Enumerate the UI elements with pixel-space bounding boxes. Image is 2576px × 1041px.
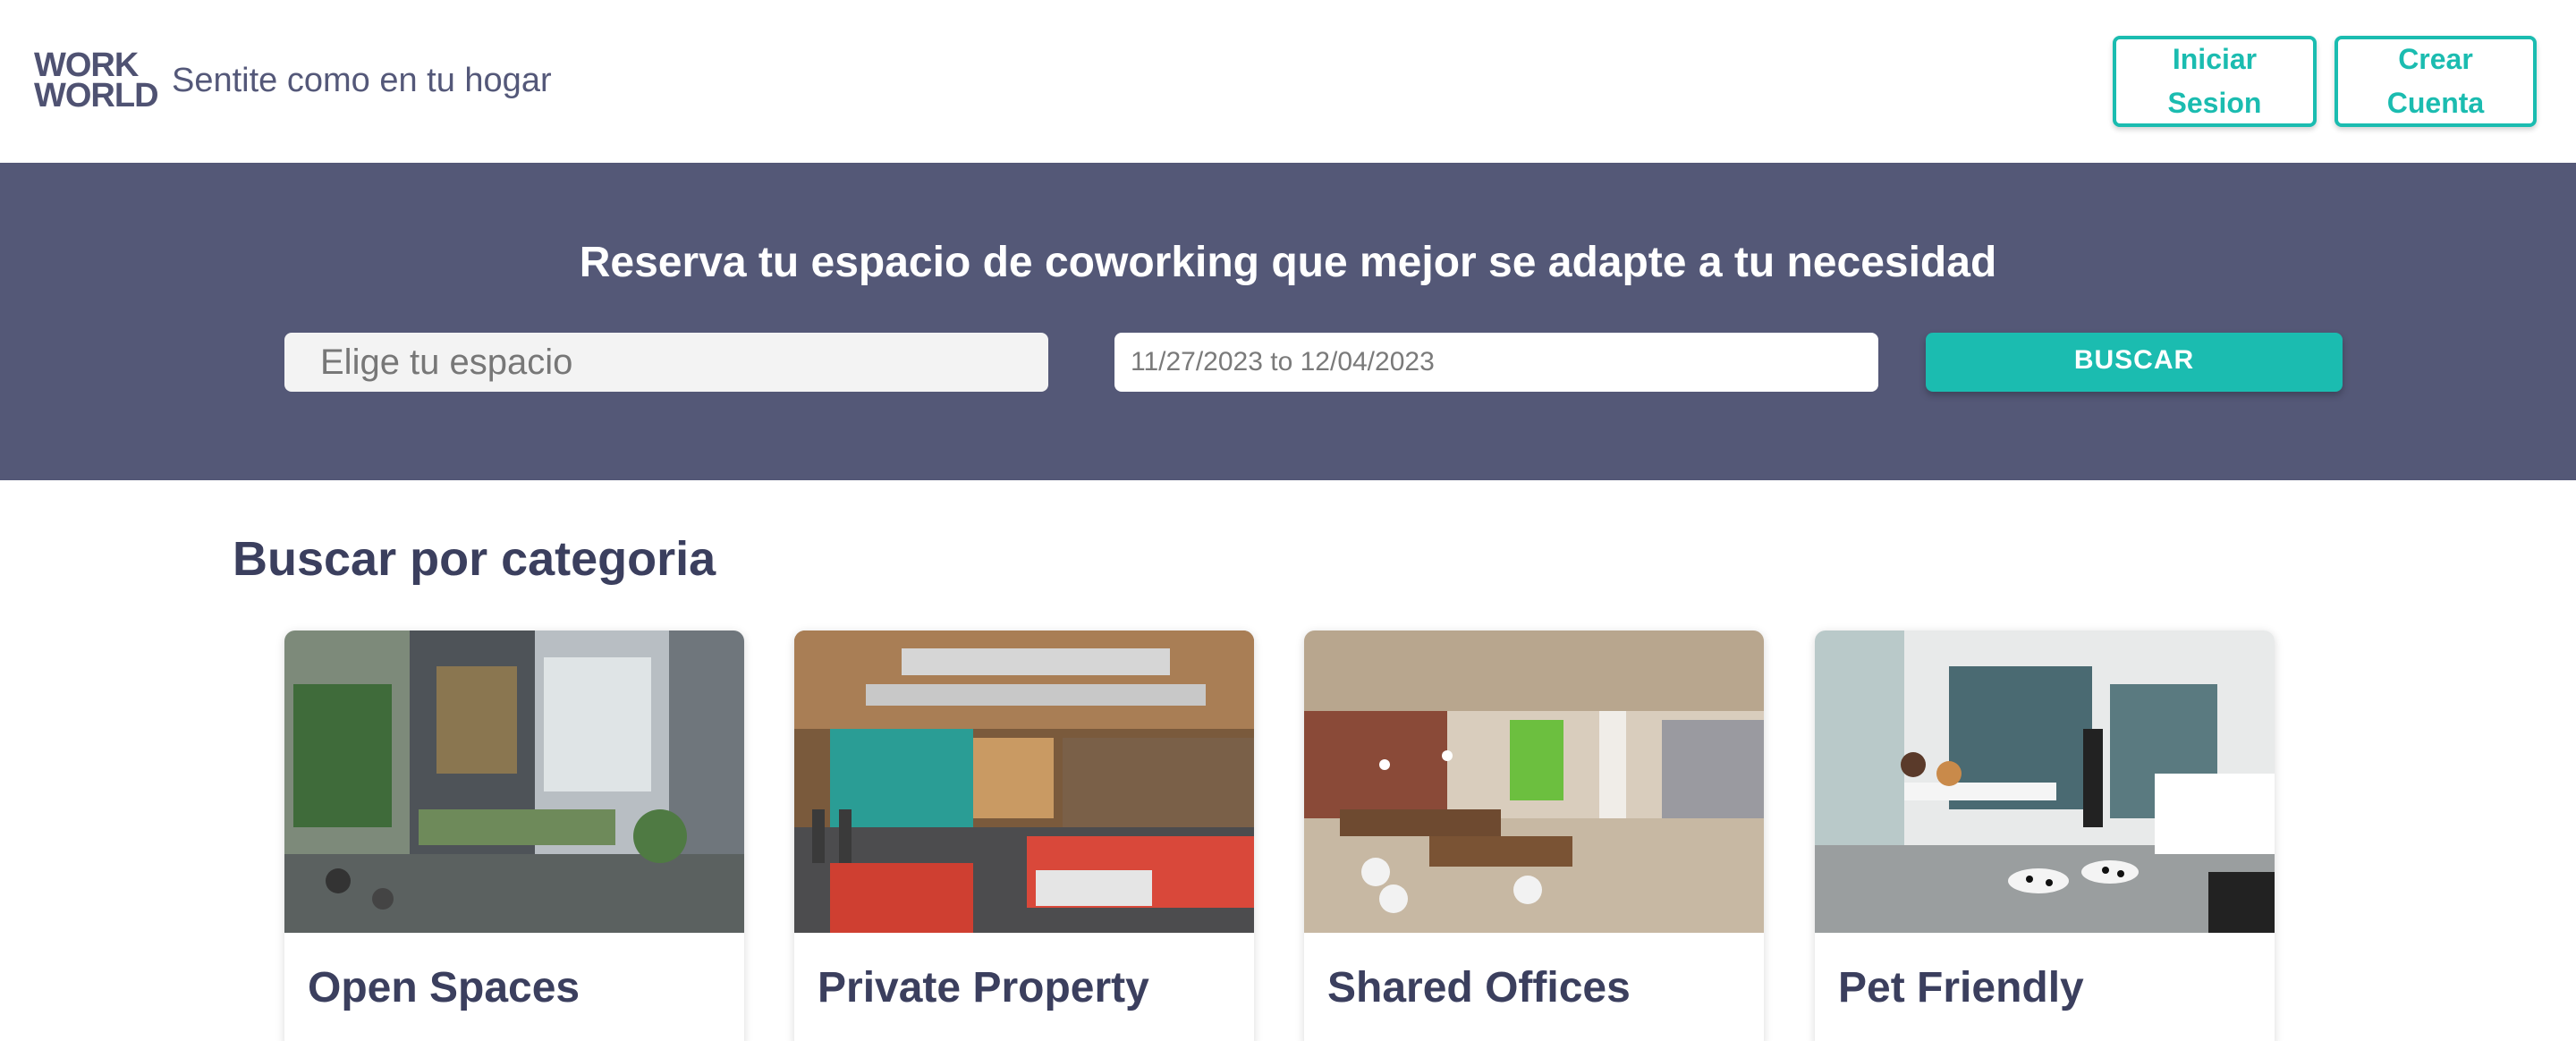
logo-line-2: WORLD	[34, 77, 159, 114]
shared-offices-image	[1304, 631, 1764, 933]
category-card-shared-offices[interactable]: Shared Offices	[1304, 631, 1764, 1041]
category-name: Open Spaces	[308, 964, 580, 1011]
private-property-image	[794, 631, 1254, 933]
category-card-private-property[interactable]: Private Property	[794, 631, 1254, 1041]
signup-label-1: Crear	[2398, 43, 2473, 75]
category-name: Private Property	[818, 964, 1149, 1011]
categories-title: Buscar por categoria	[233, 532, 716, 586]
logo-line-1: WORK	[34, 47, 139, 84]
hero-title: Reserva tu espacio de coworking que mejo…	[579, 239, 1997, 286]
open-spaces-image	[284, 631, 744, 933]
workworld-logo[interactable]: WORK WORLD	[34, 47, 159, 114]
search-hero: Reserva tu espacio de coworking que mejo…	[0, 163, 2576, 480]
category-card-pet-friendly[interactable]: Pet Friendly	[1815, 631, 2275, 1041]
login-label-1: Iniciar	[2172, 43, 2258, 75]
category-card-open-spaces[interactable]: Open Spaces	[284, 631, 744, 1041]
site-header: WORK WORLD Sentite como en tu hogar Inic…	[0, 0, 2576, 163]
login-label-2: Sesion	[2167, 87, 2262, 119]
pet-friendly-image	[1815, 631, 2275, 933]
space-select-input[interactable]: Elige tu espacio	[284, 333, 1048, 392]
date-range-input[interactable]: 11/27/2023 to 12/04/2023	[1114, 333, 1878, 392]
category-name: Shared Offices	[1327, 964, 1631, 1011]
tagline: Sentite como en tu hogar	[172, 62, 552, 99]
login-button[interactable]: Iniciar Sesion	[2113, 36, 2317, 127]
signup-label-2: Cuenta	[2386, 87, 2485, 119]
search-button[interactable]: BUSCAR	[1926, 333, 2343, 392]
category-name: Pet Friendly	[1838, 964, 2084, 1011]
create-account-button[interactable]: Crear Cuenta	[2334, 36, 2537, 127]
